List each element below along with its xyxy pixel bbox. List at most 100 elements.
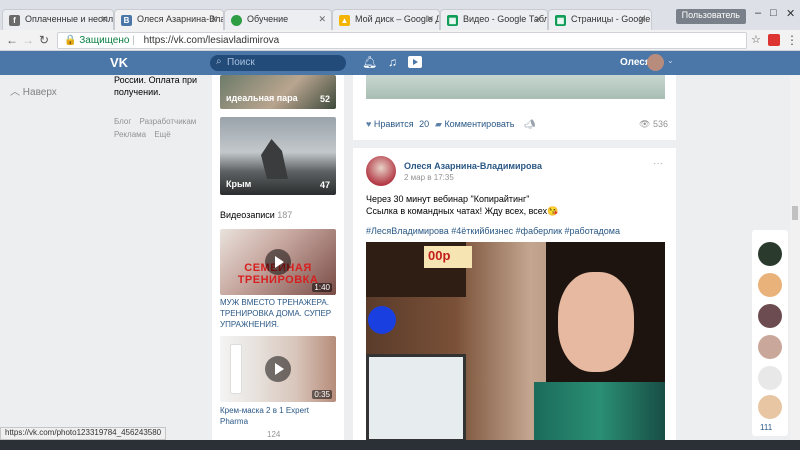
video-duration: 0:35 — [312, 390, 332, 399]
search-input[interactable]: ⌕ Поиск — [210, 55, 346, 71]
comment-icon: ▰ — [435, 119, 442, 129]
previous-post: ♥ Нравится 20 ▰ Комментировать 📣︎ 👁︎ 536 — [353, 75, 676, 140]
scroll-up-link[interactable]: ︿ Наверх — [10, 83, 57, 98]
footer-link-ads[interactable]: Реклама — [114, 130, 146, 139]
chat-avatar[interactable] — [758, 366, 782, 390]
video-title[interactable]: МУЖ ВМЕСТО ТРЕНАЖЕРА. ТРЕНИРОВКА ДОМА. С… — [220, 297, 336, 330]
reload-icon[interactable]: ↻ — [39, 33, 49, 47]
status-bar-url: https://vk.com/photo123319784_456243580 — [0, 427, 167, 440]
vk-logo[interactable]: VK — [110, 55, 134, 71]
video-title[interactable]: Крем-маска 2 в 1 Expert Pharma — [220, 405, 336, 427]
album-thumb[interactable]: Крым 47 — [220, 117, 336, 195]
circle-icon — [231, 15, 242, 26]
album-label: идеальная пара — [226, 93, 298, 103]
tab-5[interactable]: ▦ Видео - Google Табли ✕ — [440, 9, 548, 30]
video-play-icon[interactable] — [408, 56, 422, 68]
profile-side-column: идеальная пара 52 Крым 47 Видеозаписи 18… — [212, 75, 344, 440]
photo-sign: 00р — [424, 246, 472, 268]
post-text: Через 30 минут вебинар "Копирайтинг" Ссы… — [366, 193, 558, 217]
left-text-line: России. Оплата при — [114, 75, 198, 85]
album-thumb[interactable]: идеальная пара 52 — [220, 75, 336, 109]
album-count: 47 — [319, 180, 330, 190]
comment-button[interactable]: ▰ Комментировать — [435, 119, 515, 130]
url-field[interactable]: 🔒 Защищено | https://vk.com/lesiavladimi… — [57, 32, 747, 49]
cursor-highlight — [368, 306, 396, 334]
drive-icon: ▲ — [339, 15, 350, 26]
scrollbar[interactable] — [790, 75, 800, 440]
music-icon[interactable]: ♫ — [388, 55, 397, 69]
left-column-text: России. Оплата при получении. — [114, 75, 197, 98]
back-icon[interactable]: ← — [6, 33, 18, 47]
post-hashtags[interactable]: #ЛесяВладимирова #4ёткийбизнес #фаберлик… — [366, 226, 620, 236]
album-count: 52 — [319, 94, 330, 104]
videos-count: 187 — [277, 210, 293, 220]
chat-avatar[interactable] — [758, 273, 782, 297]
author-avatar[interactable] — [366, 156, 396, 186]
chat-avatar[interactable] — [758, 335, 782, 359]
section-count: 124 — [267, 430, 281, 439]
chat-count[interactable]: 111 — [760, 423, 772, 432]
close-icon[interactable]: ✕ — [100, 14, 108, 25]
wall-post: Олеся Азарнина-Владимирова 2 мар в 17:35… — [353, 148, 676, 440]
album-label: Крым — [226, 179, 252, 189]
tab-3[interactable]: Обучение ✕ — [224, 9, 332, 30]
tab-1[interactable]: f Оплаченные и неопла ✕ — [2, 9, 114, 30]
close-icon[interactable]: ✕ — [534, 14, 542, 25]
footer-link-dev[interactable]: Разработчикам — [140, 117, 197, 126]
chat-avatar[interactable] — [758, 395, 782, 419]
maximize-icon[interactable]: □ — [770, 7, 777, 19]
menu-icon[interactable]: ⋮ — [786, 33, 798, 47]
videos-header[interactable]: Видеозаписи 187 — [220, 210, 292, 220]
close-icon[interactable]: ✕ — [210, 14, 218, 25]
browser-user-chip[interactable]: Пользователь — [675, 9, 746, 24]
chevron-up-icon: ︿ — [10, 87, 20, 98]
mountain-shape — [261, 139, 288, 179]
close-icon[interactable]: ✕ — [638, 14, 646, 25]
video-thumb[interactable]: 0:35 — [220, 336, 336, 402]
chevron-down-icon[interactable]: ⌄ — [667, 56, 674, 65]
post-image[interactable] — [366, 75, 665, 99]
bell-icon[interactable]: 🔔︎ — [362, 55, 377, 69]
address-bar: ← → ↻ 🔒 Защищено | https://vk.com/lesiav… — [0, 30, 800, 51]
secure-label: Защищено — [79, 35, 130, 46]
page-content: ︿ Наверх России. Оплата при получении. Б… — [0, 75, 800, 440]
like-button[interactable]: ♥ Нравится 20 — [366, 119, 429, 129]
sheets-icon: ▦ — [555, 15, 566, 26]
like-count: 20 — [419, 119, 430, 129]
megaphone-icon[interactable]: 📣︎ — [524, 119, 535, 130]
play-icon[interactable] — [265, 249, 291, 275]
post-author[interactable]: Олеся Азарнина-Владимирова — [404, 161, 542, 171]
scrollbar-thumb[interactable] — [792, 206, 798, 220]
eye-icon: 👁︎ — [639, 119, 651, 129]
chat-avatar[interactable] — [758, 304, 782, 328]
videos-title: Видеозаписи — [220, 210, 275, 220]
scroll-up-label: Наверх — [22, 87, 57, 98]
play-icon[interactable] — [265, 356, 291, 382]
close-window-icon[interactable]: ✕ — [786, 7, 795, 20]
chat-avatar[interactable] — [758, 242, 782, 266]
video-thumb[interactable]: СЕМЕЙНАЯ ТРЕНИРОВКА 1:40 — [220, 229, 336, 295]
close-icon[interactable]: ✕ — [318, 14, 326, 25]
footer-links: Блог Разработчикам Реклама Ещё — [114, 115, 202, 141]
sheets-icon: ▦ — [447, 15, 458, 26]
tab-2[interactable]: B Олеся Азарнина-Влади ✕ — [114, 9, 224, 30]
chat-rail: 111 — [752, 230, 788, 436]
more-options-icon[interactable]: ··· — [653, 158, 663, 169]
star-icon[interactable]: ☆ — [751, 33, 761, 46]
forward-icon[interactable]: → — [22, 33, 34, 47]
post-date[interactable]: 2 мар в 17:35 — [404, 173, 454, 182]
post-text-line: Через 30 минут вебинар "Копирайтинг" — [366, 194, 530, 204]
extension-icon[interactable] — [768, 34, 780, 46]
close-icon[interactable]: ✕ — [426, 14, 434, 25]
tab-6[interactable]: ▦ Страницы - Google Та ✕ — [548, 9, 652, 30]
footer-link-more[interactable]: Ещё — [154, 130, 170, 139]
left-text-line: получении. — [114, 87, 161, 97]
tab-title: Обучение — [247, 14, 289, 24]
post-photo[interactable]: 00р — [366, 242, 665, 440]
tab-4[interactable]: ▲ Мой диск – Google Ди ✕ — [332, 9, 440, 30]
footer-link-blog[interactable]: Блог — [114, 117, 131, 126]
avatar[interactable] — [647, 54, 664, 71]
minimize-icon[interactable]: – — [755, 7, 761, 19]
search-placeholder: Поиск — [227, 57, 255, 68]
laptop-screen — [366, 354, 466, 440]
